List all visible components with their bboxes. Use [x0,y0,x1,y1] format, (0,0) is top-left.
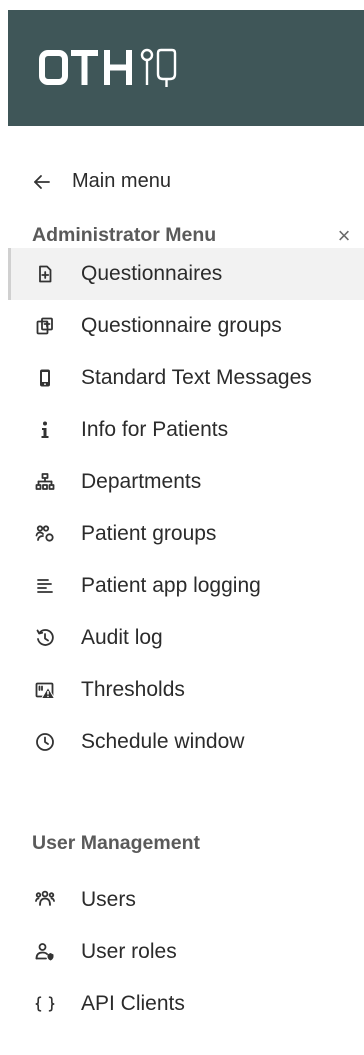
main-menu-link[interactable]: Main menu [8,162,364,202]
people-group-icon [35,524,55,544]
nav-item-label: Standard Text Messages [81,366,312,389]
nav-item-label: API Clients [81,992,185,1015]
nav-item-users[interactable]: Users [8,874,364,926]
nav-item-label: Users [81,888,136,911]
nav-item-label: Departments [81,470,202,493]
nav-item-patient-groups[interactable]: Patient groups [8,508,364,560]
brand-header [8,10,364,126]
warning-card-icon [35,680,55,700]
user-role-icon [35,942,55,962]
users-icon [35,890,55,910]
nav-item-label: Audit log [81,626,163,649]
nav-item-api-clients[interactable]: API Clients [8,978,364,1030]
nav-item-user-roles[interactable]: User roles [8,926,364,978]
align-left-icon [35,576,55,596]
nav-item-label: Questionnaire groups [81,314,282,337]
close-icon[interactable]: × [334,225,354,247]
clock-icon [35,732,55,752]
nav-item-questionnaires[interactable]: Questionnaires [8,248,364,300]
nav-item-questionnaire-groups[interactable]: Questionnaire groups [8,300,364,352]
phone-icon [35,368,55,388]
nav-item-label: Questionnaires [81,262,223,285]
copy-plus-icon [35,316,55,336]
main-menu-label: Main menu [72,170,171,192]
nav-item-schedule-window[interactable]: Schedule window [8,716,364,768]
nav-item-label: Patient app logging [81,574,261,597]
nav-item-departments[interactable]: Departments [8,456,364,508]
nav-item-label: Info for Patients [81,418,229,441]
info-icon [35,420,55,440]
file-plus-icon [35,264,55,284]
nav-item-patient-app-logging[interactable]: Patient app logging [8,560,364,612]
nav-item-info-for-patients[interactable]: Info for Patients [8,404,364,456]
arrow-left-icon [34,175,50,189]
navigation-sidebar: Main menu Administrator Menu × Questionn… [8,10,364,1055]
history-icon [35,628,55,648]
admin-menu-title: Administrator Menu [32,224,217,246]
braces-icon [35,994,55,1014]
nav-item-label: Patient groups [81,522,217,545]
nav-item-standard-text-messages[interactable]: Standard Text Messages [8,352,364,404]
nav-item-label: Schedule window [81,730,245,753]
nav-item-audit-log[interactable]: Audit log [8,612,364,664]
nav-item-thresholds[interactable]: Thresholds [8,664,364,716]
user-management-title: User Management [32,832,200,854]
nav-item-label: Thresholds [81,678,185,701]
oth-logo[interactable] [8,10,364,126]
sitemap-icon [35,472,55,492]
nav-item-label: User roles [81,940,177,963]
